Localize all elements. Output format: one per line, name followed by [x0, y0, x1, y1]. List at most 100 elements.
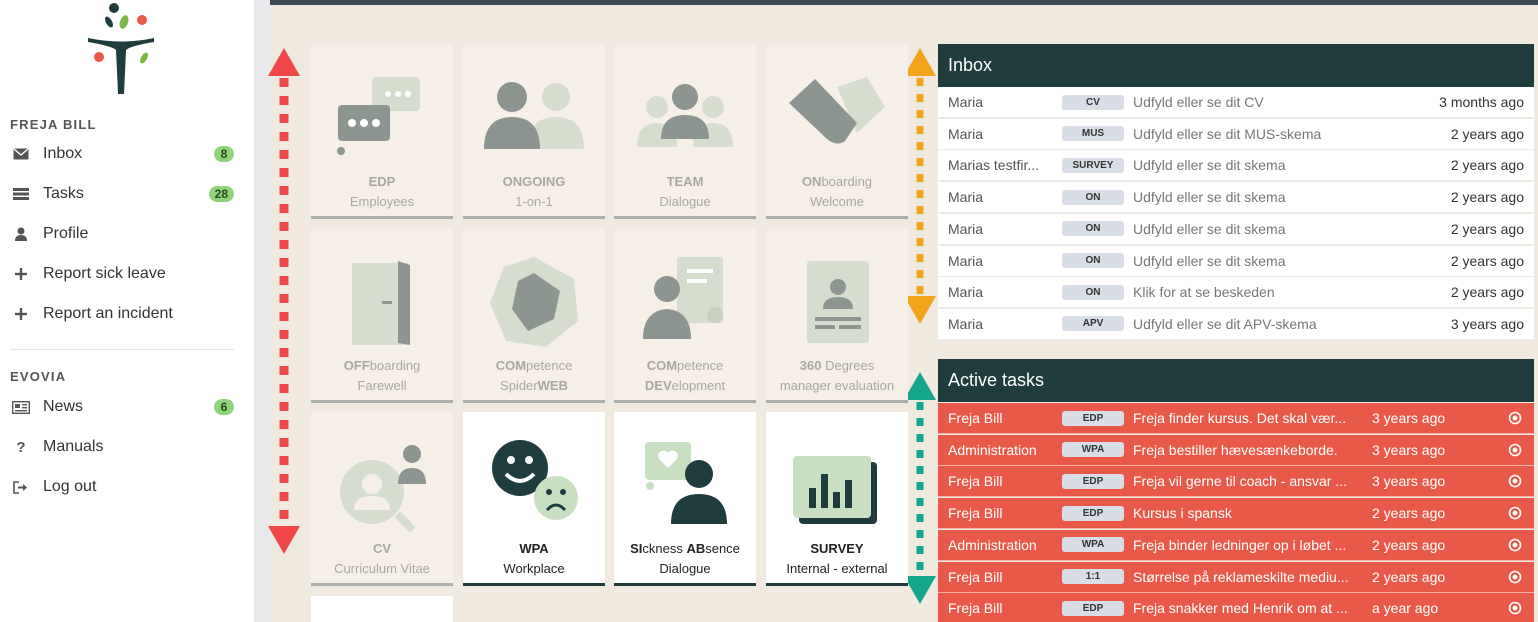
tile-team[interactable]: TEAM Dialogue: [614, 45, 756, 219]
tile-title: TEAM: [666, 174, 704, 189]
tile-sickness-absence[interactable]: SIckness ABsence Dialogue: [614, 412, 756, 586]
inbox-row[interactable]: Marias testfir... SURVEY Udfyld eller se d…: [938, 150, 1534, 182]
inbox-row[interactable]: Maria ON Udfyld eller se dit skema 2 years …: [938, 182, 1534, 214]
door-icon: [352, 261, 410, 345]
inbox-count-badge: 8: [214, 146, 234, 162]
type-badge: EDP: [1062, 410, 1124, 426]
sender-name: Maria: [948, 94, 984, 110]
assignee-name: Freja Bill: [948, 473, 1003, 490]
timestamp: 2 years ago: [1372, 505, 1446, 522]
tile-offboarding[interactable]: OFFboarding Farewell: [311, 229, 453, 403]
open-task-icon[interactable]: [1508, 570, 1522, 584]
sidebar-item-report-sick-leave[interactable]: Report sick leave: [0, 257, 240, 291]
top-banner-edge: [270, 0, 1538, 5]
inbox-row[interactable]: Maria CV Udfyld eller se dit CV 3 months ag…: [938, 87, 1534, 118]
open-task-icon[interactable]: [1508, 474, 1522, 488]
tile-partial[interactable]: [311, 596, 453, 622]
inbox-row[interactable]: Maria ON Udfyld eller se dit skema 2 years …: [938, 213, 1534, 245]
task-row[interactable]: Freja Bill 1:1 Størrelse på reklameskilte …: [938, 561, 1534, 593]
assignee-name: Freja Bill: [948, 600, 1003, 617]
task-row[interactable]: Freja Bill EDP Freja vil gerne til coach -…: [938, 466, 1534, 498]
tile-title: ONboarding: [801, 174, 873, 189]
open-task-icon[interactable]: [1508, 601, 1522, 615]
tile-edp[interactable]: EDP Employees: [311, 45, 453, 219]
sidebar-item-report-incident[interactable]: Report an incident: [0, 297, 240, 331]
tile-subtitle: Dialogue: [659, 194, 711, 209]
open-task-icon[interactable]: [1508, 538, 1522, 552]
sender-name: Maria: [948, 284, 984, 301]
assignee-name: Freja Bill: [948, 410, 1003, 426]
list-icon: [11, 188, 31, 200]
inbox-row[interactable]: Maria APV Udfyld eller se dit APV-skema 3 y…: [938, 308, 1534, 340]
inbox-row[interactable]: Maria ON Klik for at se beskeden 2 years ag…: [938, 277, 1534, 309]
open-task-icon[interactable]: [1508, 443, 1522, 457]
sidebar-item-label: Tasks: [43, 185, 84, 202]
tile-ongoing[interactable]: ONGOING 1-on-1: [463, 45, 605, 219]
newspaper-icon: [11, 400, 31, 414]
person-magnifier-icon: [340, 445, 426, 533]
task-row[interactable]: Freja Bill EDP Freja snakker med Henrik om…: [938, 593, 1534, 622]
type-badge: WPA: [1062, 537, 1124, 553]
type-badge: 1:1: [1062, 569, 1124, 584]
sender-name: Maria: [948, 189, 984, 206]
sidebar-item-label: Profile: [43, 225, 89, 242]
open-task-icon[interactable]: [1508, 506, 1522, 520]
sidebar-item-news[interactable]: News 6: [0, 390, 240, 424]
message-text: Udfyld eller se dit APV-skema: [1133, 315, 1317, 332]
task-row[interactable]: Administration WPA Freja bestiller hævesæn…: [938, 434, 1534, 466]
sidebar-item-log-out[interactable]: Log out: [0, 470, 240, 504]
sender-name: Maria: [948, 315, 984, 332]
tile-title: EDP: [368, 174, 396, 189]
logout-icon: [11, 480, 31, 494]
tile-competence-spiderweb[interactable]: COMpetence SpiderWEB: [463, 229, 605, 403]
tile-subtitle: Internal - external: [786, 561, 888, 576]
sidebar-item-label: Log out: [43, 478, 97, 495]
assignee-name: Administration: [948, 536, 1037, 553]
handshake-icon: [789, 77, 885, 144]
type-badge: ON: [1062, 221, 1124, 237]
task-row[interactable]: Freja Bill EDP Freja finder kursus. Det sk…: [938, 403, 1534, 434]
sidebar-item-label: News: [43, 398, 84, 415]
tile-subtitle: manager evaluation: [779, 378, 895, 393]
tile-title: COMpetence: [646, 358, 724, 373]
timestamp: 2 years ago: [1450, 157, 1524, 174]
task-text: Kursus i spansk: [1133, 505, 1232, 522]
inbox-row[interactable]: Maria ON Udfyld eller se dit skema 2 years …: [938, 245, 1534, 277]
sidebar-item-tasks[interactable]: Tasks 28: [0, 177, 240, 211]
tile-wpa[interactable]: WPA Workplace: [463, 412, 605, 586]
sidebar-divider: [10, 349, 234, 350]
sidebar-item-inbox[interactable]: Inbox 8: [0, 137, 240, 171]
task-text: Freja binder ledninger op i løbet ...: [1133, 536, 1347, 553]
two-people-icon: [484, 82, 584, 149]
sidebar-item-manuals[interactable]: ? Manuals: [0, 430, 240, 464]
sidebar-item-profile[interactable]: Profile: [0, 217, 240, 251]
team-icon: [637, 84, 733, 147]
user-icon: [11, 227, 31, 241]
spiderweb-icon: [490, 257, 578, 347]
tile-cv[interactable]: CV Curriculum Vitae: [311, 412, 453, 586]
smiley-faces-icon: [492, 440, 578, 520]
assignee-name: Freja Bill: [948, 505, 1003, 522]
timestamp: 3 years ago: [1450, 315, 1524, 332]
message-text: Udfyld eller se dit MUS-skema: [1133, 125, 1322, 142]
task-row[interactable]: Administration WPA Freja binder ledninger …: [938, 529, 1534, 561]
tile-onboarding[interactable]: ONboarding Welcome: [766, 45, 908, 219]
tile-subtitle: Farewell: [357, 378, 407, 393]
tile-title: 360 Degrees: [799, 358, 875, 373]
message-text: Klik for at se beskeden: [1133, 284, 1275, 301]
task-row[interactable]: Freja Bill EDP Kursus i spansk 2 years ago: [938, 498, 1534, 530]
open-task-icon[interactable]: [1508, 411, 1522, 425]
assignee-name: Freja Bill: [948, 568, 1003, 585]
tile-title: OFFboarding: [343, 358, 421, 373]
inbox-row[interactable]: Maria MUS Udfyld eller se dit MUS-skema 2 y…: [938, 118, 1534, 150]
question-icon: ?: [16, 438, 26, 456]
tile-360-degrees[interactable]: 360 Degrees manager evaluation: [766, 229, 908, 403]
timestamp: 2 years ago: [1372, 536, 1446, 553]
sidebar-item-label: Report sick leave: [43, 265, 166, 282]
sender-name: Maria: [948, 220, 984, 237]
tile-competence-development[interactable]: COMpetence DEVelopment: [614, 229, 756, 403]
tile-survey[interactable]: SURVEY Internal - external: [766, 412, 908, 586]
message-text: Udfyld eller se dit skema: [1133, 220, 1286, 237]
tile-subtitle: Dialogue: [659, 561, 711, 576]
tile-title: SIckness ABsence: [630, 541, 740, 556]
